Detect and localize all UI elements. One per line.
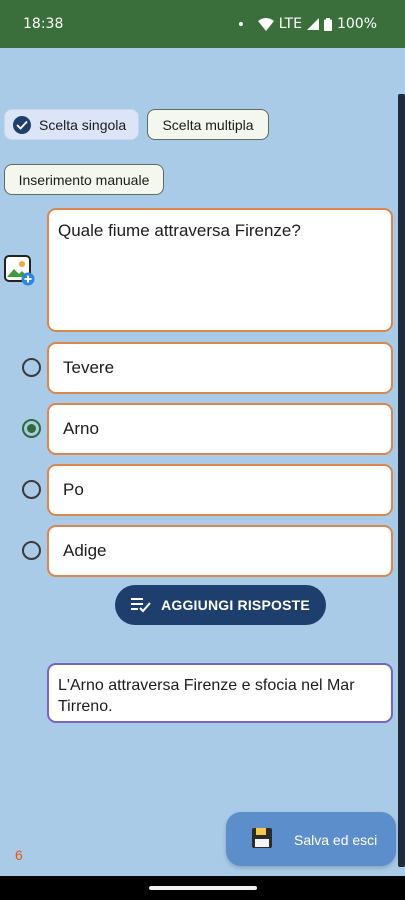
question-counter: 6 — [15, 847, 23, 863]
save-and-exit-label: Salva ed esci — [294, 832, 378, 848]
status-bar: 18:38 LTE 100% — [0, 0, 405, 48]
multiple-choice-chip[interactable]: Scelta multipla — [147, 109, 269, 140]
battery-level: 100% — [336, 16, 377, 32]
status-icons: LTE 100% — [238, 16, 377, 32]
manual-entry-chip[interactable]: Inserimento manuale — [4, 164, 164, 195]
check-icon — [13, 115, 31, 134]
answer-radio-3[interactable] — [22, 480, 41, 499]
navigation-bar — [0, 876, 405, 900]
save-and-exit-button[interactable]: Salva ed esci — [226, 812, 396, 866]
answer-field-2[interactable]: Arno — [47, 403, 393, 455]
floppy-disk-icon — [252, 828, 272, 848]
manual-entry-label: Inserimento manuale — [18, 171, 150, 188]
single-choice-label: Scelta singola — [39, 116, 127, 133]
image-add-icon[interactable] — [4, 255, 36, 287]
wifi-icon — [257, 17, 274, 31]
network-type: LTE — [278, 16, 302, 32]
add-answers-label: AGGIUNGI RISPOSTE — [161, 597, 310, 613]
playlist-check-icon — [131, 598, 151, 613]
answer-field-1[interactable]: Tevere — [47, 342, 393, 394]
status-time: 18:38 — [23, 16, 64, 32]
scrollbar[interactable] — [398, 94, 405, 867]
answer-field-4[interactable]: Adige — [47, 525, 393, 577]
home-handle[interactable] — [149, 886, 257, 890]
answer-radio-4[interactable] — [22, 541, 41, 560]
add-answers-button[interactable]: AGGIUNGI RISPOSTE — [115, 585, 326, 625]
notification-dot-icon — [238, 22, 243, 26]
single-choice-chip[interactable]: Scelta singola — [4, 109, 139, 140]
battery-icon — [323, 17, 332, 31]
multiple-choice-label: Scelta multipla — [162, 116, 254, 133]
answer-radio-2[interactable] — [22, 419, 41, 438]
answer-radio-1[interactable] — [22, 358, 41, 377]
question-field[interactable]: Quale fiume attraversa Firenze? — [47, 208, 393, 332]
signal-icon — [306, 18, 319, 30]
answer-field-3[interactable]: Po — [47, 464, 393, 516]
explanation-field[interactable]: L'Arno attraversa Firenze e sfocia nel M… — [47, 663, 393, 723]
